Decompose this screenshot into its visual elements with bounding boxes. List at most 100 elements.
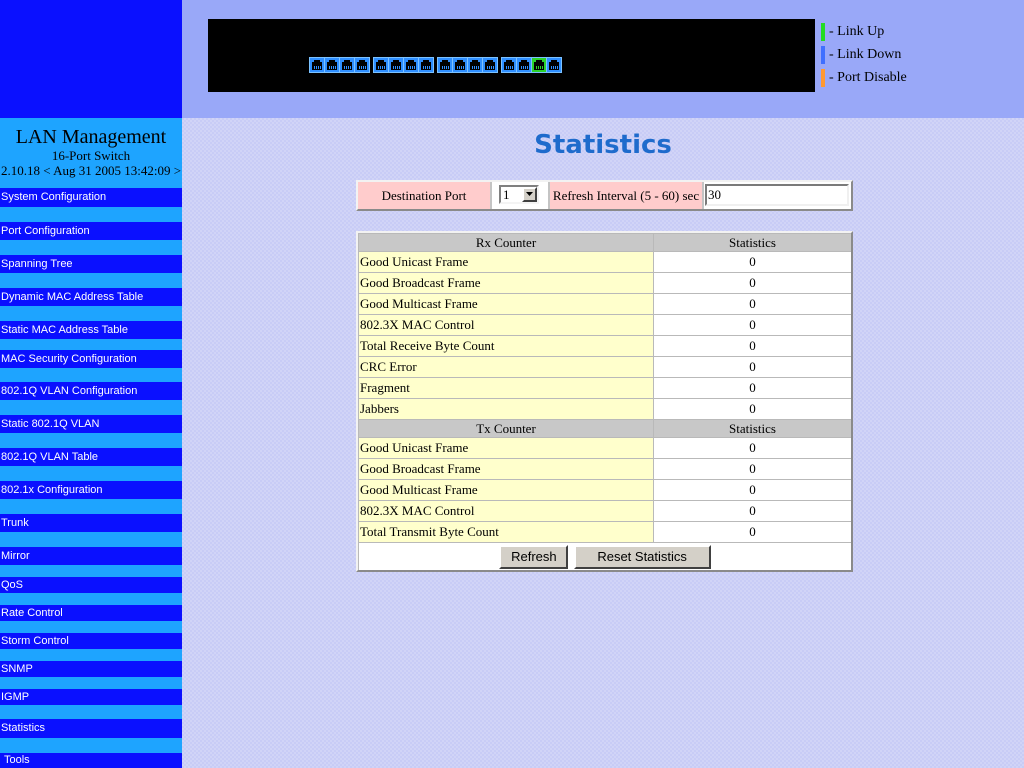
table-row: CRC Error 0 bbox=[358, 356, 851, 378]
menu-item-rate-control[interactable]: Rate Control bbox=[0, 605, 182, 621]
counter-label: Jabbers bbox=[358, 398, 654, 420]
button-row: Refresh Reset Statistics bbox=[358, 542, 851, 570]
counter-value: 0 bbox=[653, 377, 851, 399]
port-link-down-icon bbox=[404, 58, 418, 72]
chevron-down-icon bbox=[526, 192, 533, 196]
counter-label: Total Receive Byte Count bbox=[358, 335, 654, 357]
counter-value: 0 bbox=[653, 479, 851, 501]
counter-label: Good Unicast Frame bbox=[358, 437, 654, 459]
port-link-down-icon bbox=[483, 58, 497, 72]
tx-statistics-header: Statistics bbox=[653, 419, 851, 438]
legend-link-down: - Link Down bbox=[821, 46, 1011, 64]
menu-item-port-configuration[interactable]: Port Configuration bbox=[0, 222, 182, 240]
port-link-down-icon bbox=[419, 58, 433, 72]
counter-value: 0 bbox=[653, 272, 851, 294]
counter-label: Total Transmit Byte Count bbox=[358, 521, 654, 543]
port-link-down-icon bbox=[325, 58, 339, 72]
counter-label: Good Multicast Frame bbox=[358, 293, 654, 315]
menu-item-spanning-tree[interactable]: Spanning Tree bbox=[0, 255, 182, 273]
port-link-down-icon bbox=[340, 58, 354, 72]
menu-item-trunk[interactable]: Trunk bbox=[0, 514, 182, 532]
counter-value: 0 bbox=[653, 437, 851, 459]
table-row: 802.3X MAC Control 0 bbox=[358, 500, 851, 522]
table-row: Total Transmit Byte Count 0 bbox=[358, 521, 851, 543]
legend-label: - Port Disable bbox=[829, 70, 907, 85]
table-row: Good Unicast Frame 0 bbox=[358, 437, 851, 459]
app-title: LAN Management bbox=[15, 126, 167, 148]
destination-port-label: Destination Port bbox=[358, 182, 490, 209]
port-link-down-icon bbox=[374, 58, 388, 72]
table-row: Jabbers 0 bbox=[358, 398, 851, 420]
port-link-down-icon bbox=[517, 58, 531, 72]
port-link-down-icon bbox=[310, 58, 324, 72]
counter-value: 0 bbox=[653, 356, 851, 378]
menu-item-tools[interactable]: Tools bbox=[0, 753, 182, 768]
table-row: Good Broadcast Frame 0 bbox=[358, 272, 851, 294]
port-link-down-icon bbox=[547, 58, 561, 72]
refresh-interval-label: Refresh Interval (5 - 60) sec bbox=[550, 182, 702, 209]
button-cell: Refresh Reset Statistics bbox=[358, 542, 851, 570]
menu-item-8021q-vlan-configuration[interactable]: 802.1Q VLAN Configuration bbox=[0, 382, 182, 400]
counter-label: 802.3X MAC Control bbox=[358, 500, 654, 522]
menu-item-storm-control[interactable]: Storm Control bbox=[0, 633, 182, 649]
tx-counter-header: Tx Counter bbox=[358, 419, 654, 438]
menu-item-static-8021q-vlan[interactable]: Static 802.1Q VLAN bbox=[0, 415, 182, 433]
port-link-down-icon bbox=[453, 58, 467, 72]
table-row: 802.3X MAC Control 0 bbox=[358, 314, 851, 336]
sidebar-top-block bbox=[0, 0, 182, 118]
port-link-down-icon bbox=[438, 58, 452, 72]
rx-counter-header: Rx Counter bbox=[358, 233, 654, 252]
counter-value: 0 bbox=[653, 458, 851, 480]
destination-port-select[interactable]: 1 bbox=[499, 185, 539, 204]
table-row: Good Unicast Frame 0 bbox=[358, 251, 851, 273]
device-model: 16-Port Switch bbox=[51, 148, 131, 163]
menu-item-dynamic-mac-address-table[interactable]: Dynamic MAC Address Table bbox=[0, 288, 182, 306]
counter-label: CRC Error bbox=[358, 356, 654, 378]
legend-port-disable: - Port Disable bbox=[821, 69, 1011, 87]
tx-header-row: Tx Counter Statistics bbox=[358, 419, 851, 438]
counter-value: 0 bbox=[653, 293, 851, 315]
menu-item-statistics[interactable]: Statistics bbox=[0, 719, 182, 738]
menu-item-snmp[interactable]: SNMP bbox=[0, 661, 182, 677]
counter-value: 0 bbox=[653, 251, 851, 273]
refresh-interval-cell bbox=[704, 182, 851, 209]
counter-label: Fragment bbox=[358, 377, 654, 399]
main-content: Statistics Destination Port 1 Refresh In… bbox=[182, 118, 1024, 768]
table-row: Total Receive Byte Count 0 bbox=[358, 335, 851, 357]
menu-item-qos[interactable]: QoS bbox=[0, 577, 182, 593]
port-legend: - Link Up - Link Down - Port Disable bbox=[821, 0, 1021, 118]
rx-header-row: Rx Counter Statistics bbox=[358, 233, 851, 252]
menu-item-8021x-configuration[interactable]: 802.1x Configuration bbox=[0, 481, 182, 499]
port-link-down-icon bbox=[468, 58, 482, 72]
port-disable-swatch bbox=[821, 69, 825, 87]
menu-item-system-configuration[interactable]: System Configuration bbox=[0, 188, 182, 207]
port-strip bbox=[309, 57, 562, 73]
menu-item-mirror[interactable]: Mirror bbox=[0, 547, 182, 565]
reset-statistics-button[interactable]: Reset Statistics bbox=[573, 544, 711, 569]
port-link-up-icon bbox=[532, 58, 546, 72]
table-row: Good Broadcast Frame 0 bbox=[358, 458, 851, 480]
port-link-down-icon bbox=[389, 58, 403, 72]
page-title: Statistics bbox=[534, 130, 672, 160]
dropdown-button[interactable] bbox=[522, 187, 537, 202]
menu-item-mac-security-configuration[interactable]: MAC Security Configuration bbox=[0, 350, 182, 368]
port-link-down-icon bbox=[502, 58, 516, 72]
statistics-table-frame: Rx Counter Statistics Good Unicast Frame… bbox=[356, 231, 853, 572]
legend-link-up: - Link Up bbox=[821, 23, 1011, 41]
menu-item-igmp[interactable]: IGMP bbox=[0, 689, 182, 705]
link-up-swatch bbox=[821, 23, 825, 41]
sidebar-header: LAN Management 16-Port Switch 2.10.18 < … bbox=[0, 118, 182, 187]
legend-label: - Link Up bbox=[829, 24, 885, 39]
counter-value: 0 bbox=[653, 335, 851, 357]
counter-label: Good Unicast Frame bbox=[358, 251, 654, 273]
menu-item-8021q-vlan-table[interactable]: 802.1Q VLAN Table bbox=[0, 448, 182, 466]
link-down-swatch bbox=[821, 46, 825, 64]
top-header: - Link Up - Link Down - Port Disable bbox=[182, 0, 1024, 118]
menu-item-static-mac-address-table[interactable]: Static MAC Address Table bbox=[0, 321, 182, 339]
firmware-version: 2.10.18 < Aug 31 2005 13:42:09 > bbox=[0, 163, 182, 178]
refresh-interval-input[interactable] bbox=[705, 184, 849, 206]
table-row: Good Multicast Frame 0 bbox=[358, 293, 851, 315]
table-row: Fragment 0 bbox=[358, 377, 851, 399]
refresh-button[interactable]: Refresh bbox=[499, 544, 569, 569]
rx-statistics-header: Statistics bbox=[653, 233, 851, 252]
